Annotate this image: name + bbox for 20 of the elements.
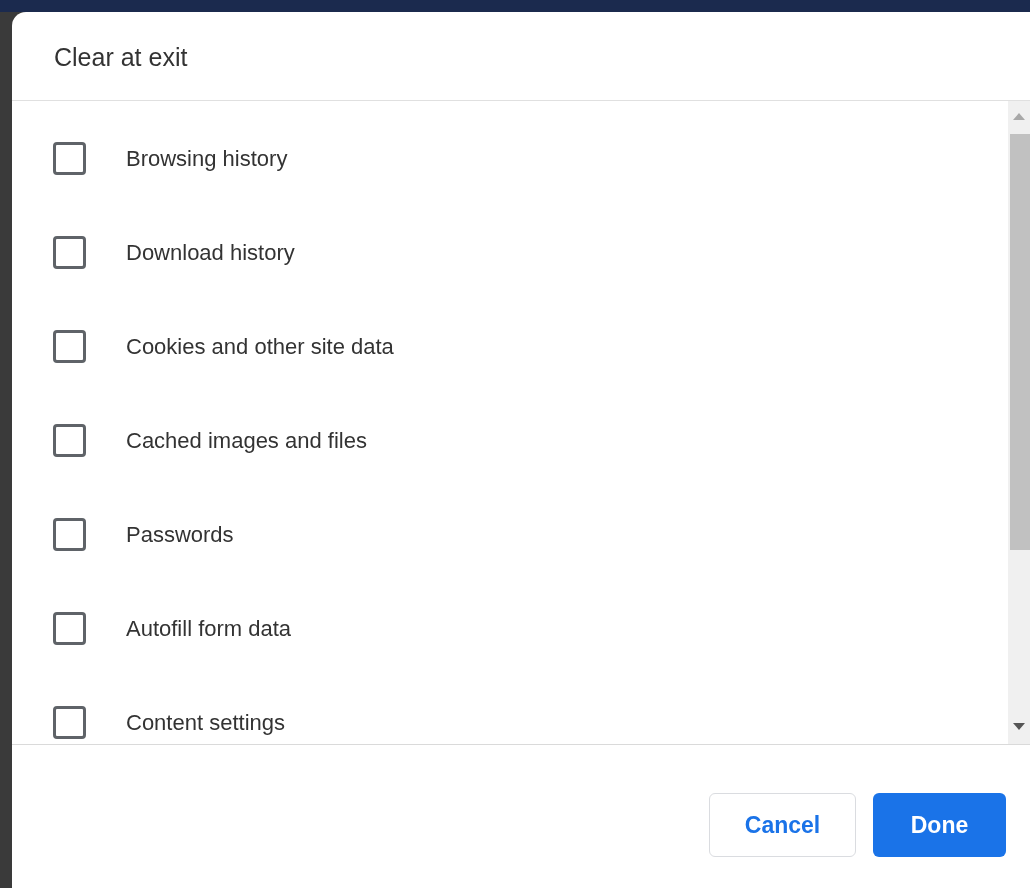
checkbox[interactable] xyxy=(53,141,86,175)
scrollbar-thumb[interactable] xyxy=(1010,134,1030,550)
checkbox-label[interactable]: Cookies and other site data xyxy=(126,329,394,363)
checkbox[interactable] xyxy=(53,705,86,739)
checkbox[interactable] xyxy=(53,235,86,269)
checkbox-label[interactable]: Download history xyxy=(126,235,295,269)
dialog-title: Clear at exit xyxy=(54,42,188,74)
cancel-button[interactable]: Cancel xyxy=(709,793,856,857)
scrollbar[interactable] xyxy=(1008,101,1030,744)
checkbox-label[interactable]: Passwords xyxy=(126,517,234,551)
checkbox-label[interactable]: Browsing history xyxy=(126,141,288,175)
checkbox-label[interactable]: Autofill form data xyxy=(126,611,292,645)
checkbox[interactable] xyxy=(53,423,86,457)
checkbox-label[interactable]: Content settings xyxy=(126,705,285,739)
checkbox[interactable] xyxy=(53,517,86,551)
done-button[interactable]: Done xyxy=(873,793,1006,857)
checkbox[interactable] xyxy=(53,611,86,645)
checkbox[interactable] xyxy=(53,329,86,363)
scroll-down-icon[interactable] xyxy=(1013,723,1025,730)
checkbox-label[interactable]: Cached images and files xyxy=(126,423,367,457)
